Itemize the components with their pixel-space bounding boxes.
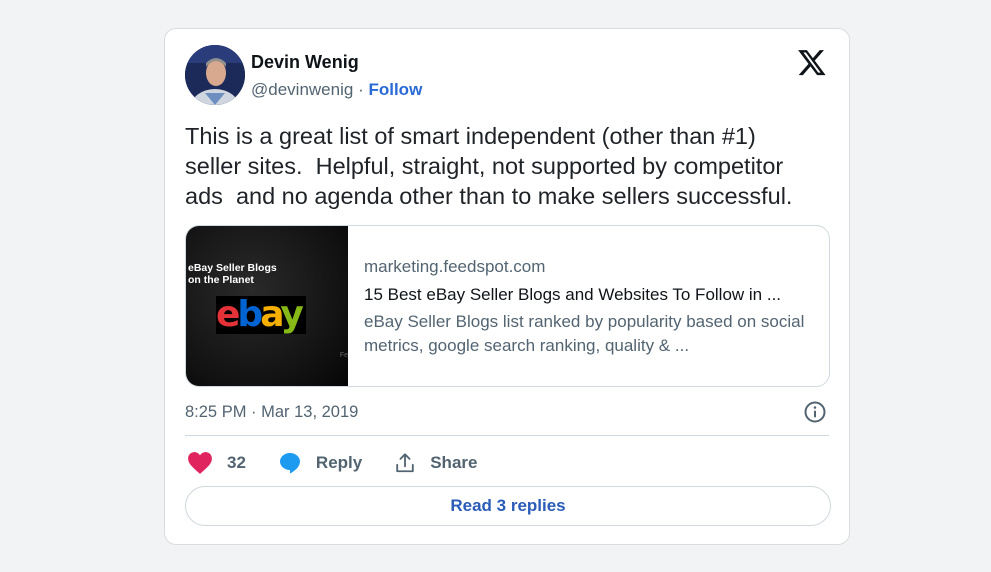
card-body: marketing.feedspot.com 15 Best eBay Sell…	[364, 256, 814, 358]
action-bar: 32 Reply Share	[187, 449, 509, 477]
thumbnail-watermark: Fe	[339, 352, 348, 359]
like-button[interactable]: 32	[187, 451, 246, 475]
tweet-text: This is a great list of smart independen…	[185, 123, 793, 209]
info-icon[interactable]	[803, 400, 827, 424]
tweet-card: Devin Wenig @devinwenig · Follow This is…	[164, 28, 850, 545]
reply-label: Reply	[315, 453, 363, 472]
card-description: eBay Seller Blogs list ranked by popular…	[364, 312, 805, 355]
card-title: 15 Best eBay Seller Blogs and Websites T…	[364, 285, 782, 304]
card-thumbnail: eBay Seller Blogs on the Planet ebay Fe	[186, 226, 348, 386]
author-meta: @devinwenig · Follow	[251, 79, 422, 101]
card-domain: marketing.feedspot.com	[364, 257, 546, 276]
avatar[interactable]	[185, 45, 245, 105]
share-button[interactable]: Share	[394, 452, 477, 474]
share-icon	[396, 453, 414, 473]
follow-button[interactable]: Follow	[368, 80, 422, 99]
likes-count: 32	[227, 453, 246, 472]
share-label: Share	[430, 453, 478, 472]
tweet-header: Devin Wenig @devinwenig · Follow	[185, 45, 829, 105]
thumbnail-title: eBay Seller Blogs on the Planet	[188, 262, 277, 286]
reply-button[interactable]: Reply	[278, 451, 362, 475]
heart-icon	[188, 452, 212, 474]
ebay-logo: ebay	[216, 296, 306, 334]
divider	[185, 435, 829, 436]
author-name[interactable]: Devin Wenig	[251, 51, 422, 73]
link-preview-card[interactable]: eBay Seller Blogs on the Planet ebay Fe …	[185, 225, 830, 387]
separator-dot: ·	[358, 80, 364, 99]
author-handle[interactable]: @devinwenig	[251, 80, 353, 99]
tweet-timestamp[interactable]: 8:25 PM · Mar 13, 2019	[185, 401, 358, 423]
read-replies-button[interactable]: Read 3 replies	[185, 486, 831, 526]
speech-bubble-icon	[279, 453, 300, 474]
author-info: Devin Wenig @devinwenig · Follow	[251, 51, 422, 101]
x-logo-icon[interactable]	[797, 47, 827, 77]
